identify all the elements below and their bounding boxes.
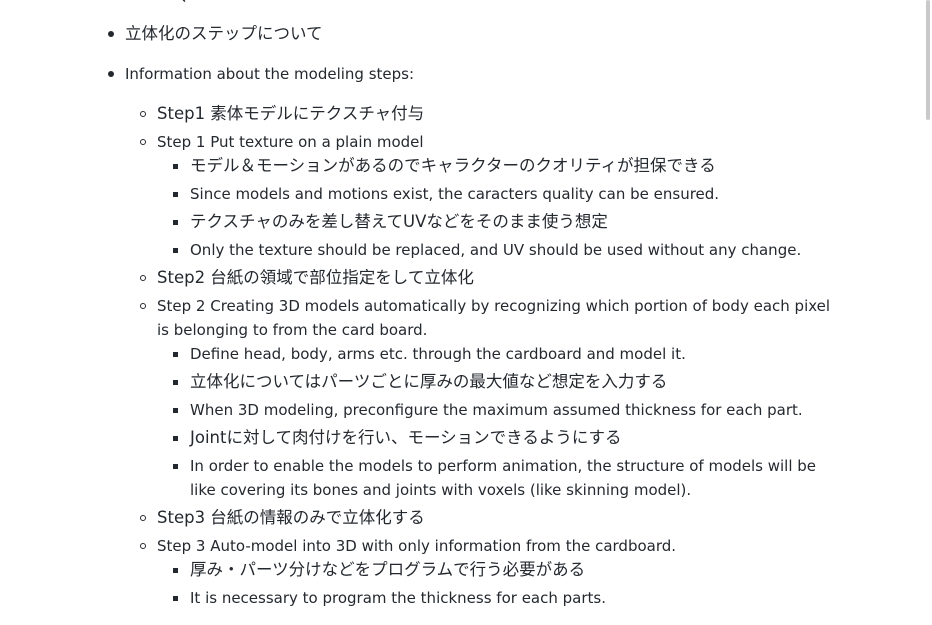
scrollbar-thumb[interactable] [926,0,930,120]
list-item: It is necessary to program the thickness… [190,589,606,607]
square-bullet [173,164,178,169]
circle-bullet [140,275,146,281]
document-page: 、 立体化のステップについて Information about the mod… [0,0,932,625]
circle-bullet [140,111,146,117]
square-bullet [173,464,178,469]
circle-bullet [140,515,146,521]
square-bullet [173,380,178,385]
list-item: Since models and motions exist, the cara… [190,185,720,203]
list-item: When 3D modeling, preconfigure the maxim… [190,401,803,419]
square-bullet [173,436,178,441]
circle-bullet [140,139,146,145]
circle-bullet [140,543,146,549]
list-item: 立体化についてはパーツごとに厚みの最大値など想定を入力する [190,372,668,391]
list-item: 厚み・パーツ分けなどをプログラムで行う必要がある [190,560,586,579]
vertical-scrollbar[interactable] [924,0,932,625]
list-item: Information about the modeling steps: [125,65,415,83]
list-item: Step3 台紙の情報のみで立体化する [157,508,425,527]
list-item: Step2 台紙の領域で部位指定をして立体化 [157,268,474,287]
square-bullet [173,408,178,413]
list-item-continuation: like covering its bones and joints with … [190,481,692,499]
list-item: Step 2 Creating 3D models automatically … [157,297,831,315]
list-item: Step 1 Put texture on a plain model [157,133,424,151]
list-item: Jointに対して肉付けを行い、モーションできるようにする [190,428,622,447]
list-item: Step 3 Auto-model into 3D with only info… [157,537,677,555]
square-bullet [173,352,178,357]
square-bullet [173,248,178,253]
list-item: Define head, body, arms etc. through the… [190,345,686,363]
list-item: Step1 素体モデルにテクスチャ付与 [157,104,425,123]
circle-bullet [140,303,146,309]
list-item: 立体化のステップについて [125,24,323,43]
cut-off-text: 、 [180,0,196,4]
disc-bullet [108,71,114,77]
list-item: モデル＆モーションがあるのでキャラクターのクオリティが担保できる [190,156,716,175]
square-bullet [173,220,178,225]
list-item: In order to enable the models to perform… [190,457,817,475]
square-bullet [173,192,178,197]
disc-bullet [108,31,114,37]
list-item: Only the texture should be replaced, and… [190,241,802,259]
list-item: テクスチャのみを差し替えてUVなどをそのまま使う想定 [190,212,608,231]
square-bullet [173,568,178,573]
list-item-continuation: is belonging to from the card board. [157,321,428,339]
square-bullet [173,596,178,601]
